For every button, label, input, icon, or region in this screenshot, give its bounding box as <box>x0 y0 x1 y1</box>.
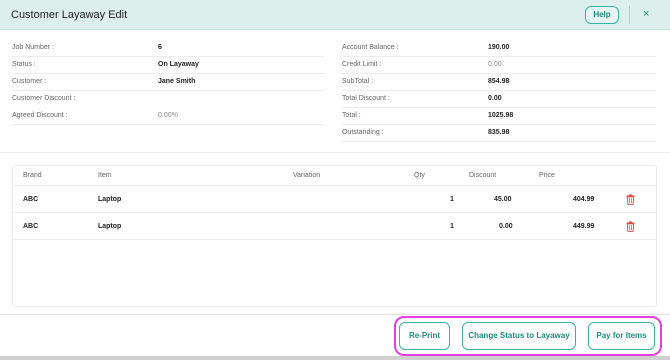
table-row[interactable]: ABC Laptop 1 45.00 404.99 <box>13 186 656 213</box>
cell-discount: 45.00 <box>494 196 512 203</box>
cell-qty: 1 <box>450 223 454 230</box>
info-value: On Layaway <box>158 61 199 68</box>
table-row[interactable]: ABC Laptop 1 0.00 449.99 <box>13 213 656 240</box>
column-header-discount: Discount <box>469 172 497 179</box>
info-value: 0.00% <box>158 112 178 119</box>
info-label: Job Number : <box>12 44 55 51</box>
cell-brand: ABC <box>23 196 39 203</box>
info-row-customer: Customer : Jane Smith <box>12 74 324 91</box>
info-value: 1025.98 <box>488 112 514 119</box>
column-header-item: Item <box>98 172 112 179</box>
info-label: SubTotal : <box>342 78 374 85</box>
cell-discount: 0.00 <box>499 223 513 230</box>
column-header-brand: Brand <box>23 172 42 179</box>
cell-brand: ABC <box>23 223 39 230</box>
account-info-panel: Account Balance : 190.00 Credit Limit : … <box>342 40 656 142</box>
info-value: 835.98 <box>488 129 510 136</box>
info-row-total-discount: Total Discount : 0.00 <box>342 91 656 108</box>
info-value: Jane Smith <box>158 78 196 85</box>
info-label: Outstanding : <box>342 129 384 136</box>
info-label: Customer Discount : <box>12 95 76 102</box>
info-value: 0.00 <box>488 61 502 68</box>
column-header-qty: Qty <box>414 172 425 179</box>
info-label: Credit Limit : <box>342 61 382 68</box>
cell-price: 404.99 <box>573 196 595 203</box>
table-header: Brand Item Variation Qty Discount Price <box>13 166 656 186</box>
info-label: Customer : <box>12 78 47 85</box>
info-value: 190.00 <box>488 44 510 51</box>
info-label: Account Balance : <box>342 44 399 51</box>
info-label: Total Discount : <box>342 95 390 102</box>
header-divider <box>629 6 630 24</box>
items-table: Brand Item Variation Qty Discount Price … <box>12 165 657 307</box>
info-row-total: Total : 1025.98 <box>342 108 656 125</box>
info-row-job-number: Job Number : 6 <box>12 40 324 57</box>
info-label: Status : <box>12 61 36 68</box>
dialog-header: Customer Layaway Edit Help × <box>0 0 670 30</box>
cell-item: Laptop <box>98 196 122 203</box>
cell-price: 449.99 <box>573 223 595 230</box>
info-row-credit-limit: Credit Limit : 0.00 <box>342 57 656 74</box>
info-label: Agreed Discount : <box>12 112 68 119</box>
info-row-agreed-discount: Agreed Discount : 0.00% <box>12 108 324 125</box>
info-value: 0.00 <box>488 95 502 102</box>
cell-qty: 1 <box>450 196 454 203</box>
pay-for-items-button[interactable]: Pay for Items <box>588 322 655 350</box>
reprint-button[interactable]: Re-Print <box>399 322 450 350</box>
column-header-variation: Variation <box>293 172 321 179</box>
footer-divider <box>0 314 670 315</box>
trash-icon[interactable] <box>626 194 635 205</box>
column-header-price: Price <box>539 172 555 179</box>
bottom-edge <box>0 356 670 360</box>
info-value: 854.98 <box>488 78 510 85</box>
dialog-title: Customer Layaway Edit <box>11 9 128 21</box>
help-button[interactable]: Help <box>585 6 619 24</box>
info-value: 6 <box>158 44 162 51</box>
info-row-account-balance: Account Balance : 190.00 <box>342 40 656 57</box>
close-icon[interactable]: × <box>643 8 649 20</box>
info-label: Total : <box>342 112 361 119</box>
trash-icon[interactable] <box>626 221 635 232</box>
cell-item: Laptop <box>98 223 122 230</box>
info-row-outstanding: Outstanding : 835.98 <box>342 125 656 142</box>
info-row-customer-discount: Customer Discount : <box>12 91 324 108</box>
job-info-panel: Job Number : 6 Status : On Layaway Custo… <box>12 40 324 125</box>
section-divider <box>0 152 670 153</box>
change-status-button[interactable]: Change Status to Layaway <box>462 322 576 350</box>
info-row-subtotal: SubTotal : 854.98 <box>342 74 656 91</box>
info-row-status: Status : On Layaway <box>12 57 324 74</box>
